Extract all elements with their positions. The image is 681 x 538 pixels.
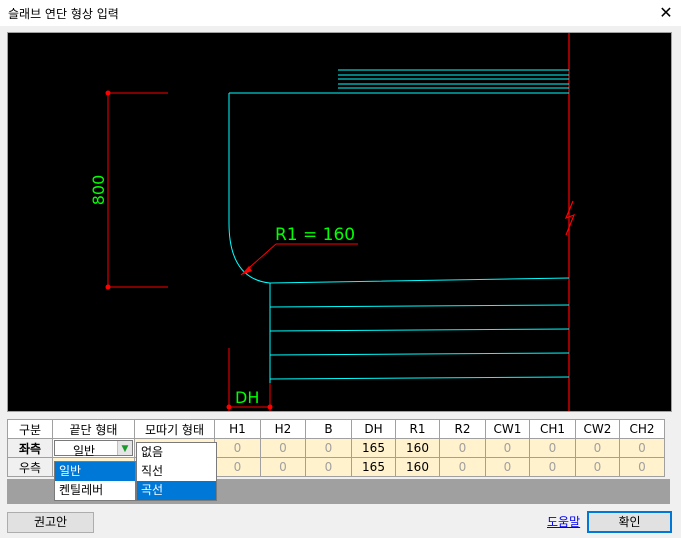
cell-r1[interactable]: 160 bbox=[395, 457, 440, 477]
end-type-combo-box[interactable]: 일반 ▼ bbox=[54, 440, 133, 458]
col-header: CH1 bbox=[529, 419, 576, 439]
drawing-canvas: 800 R1 = 160 DH bbox=[7, 32, 672, 412]
cell-r2[interactable]: 0 bbox=[439, 457, 486, 477]
col-header: R2 bbox=[439, 419, 486, 439]
bottom-hatch-line bbox=[269, 328, 570, 332]
end-type-combo[interactable]: 일반 ▼ bbox=[52, 438, 135, 458]
dropdown-arrow-icon[interactable]: ▼ bbox=[117, 441, 132, 455]
end-type-option[interactable]: 켄틸레버 bbox=[55, 481, 135, 500]
header-row: 구분 끝단 형태 모따기 형태 H1 H2 B DH R1 R2 CW1 CH1… bbox=[7, 419, 665, 439]
cell-ch1[interactable]: 0 bbox=[529, 438, 576, 458]
col-header: B bbox=[305, 419, 352, 439]
cell-h1[interactable]: 0 bbox=[214, 457, 261, 477]
bottom-hatch-line bbox=[269, 304, 570, 308]
col-header: H1 bbox=[214, 419, 261, 439]
dim-height-label: 800 bbox=[89, 175, 108, 206]
title-bar: 슬래브 연단 형상 입력 ✕ bbox=[0, 0, 681, 26]
cell-h2[interactable]: 0 bbox=[260, 438, 306, 458]
window-title: 슬래브 연단 형상 입력 bbox=[8, 7, 119, 21]
col-header: CW2 bbox=[575, 419, 620, 439]
slab-curved-edge bbox=[228, 93, 570, 284]
ok-button[interactable]: 확인 bbox=[587, 511, 672, 533]
cell-dh[interactable]: 165 bbox=[351, 438, 396, 458]
col-header: CH2 bbox=[619, 419, 665, 439]
dim-dot bbox=[226, 404, 232, 410]
cell-b[interactable]: 0 bbox=[305, 457, 352, 477]
cell-cw2[interactable]: 0 bbox=[575, 438, 620, 458]
bottom-hatch-line bbox=[269, 376, 570, 380]
help-link[interactable]: 도움말 bbox=[547, 513, 580, 530]
close-icon[interactable]: ✕ bbox=[651, 0, 681, 26]
cell-ch2[interactable]: 0 bbox=[619, 457, 665, 477]
cell-h2[interactable]: 0 bbox=[260, 457, 306, 477]
end-type-dropdown-list[interactable]: 일반 켄틸레버 bbox=[54, 461, 136, 501]
radius-label: R1 = 160 bbox=[275, 225, 355, 245]
col-header[interactable]: 끝단 형태 bbox=[52, 419, 135, 439]
cell-b[interactable]: 0 bbox=[305, 438, 352, 458]
col-header: R1 bbox=[395, 419, 440, 439]
end-type-value: 일반 bbox=[73, 444, 96, 458]
row-label-right: 우측 bbox=[7, 457, 53, 477]
bottom-hatch-line bbox=[269, 352, 570, 356]
cell-ch1[interactable]: 0 bbox=[529, 457, 576, 477]
cell-r2[interactable]: 0 bbox=[439, 438, 486, 458]
slab-edge-drawing: 800 R1 = 160 DH bbox=[89, 33, 576, 411]
chamfer-option[interactable]: 곡선 bbox=[137, 481, 216, 500]
end-type-option[interactable]: 일반 bbox=[55, 462, 135, 481]
col-header[interactable]: 모따기 형태 bbox=[134, 419, 215, 439]
cell-ch2[interactable]: 0 bbox=[619, 438, 665, 458]
chamfer-option[interactable]: 직선 bbox=[137, 462, 216, 481]
row-label-left: 좌측 bbox=[7, 438, 53, 458]
cell-cw1[interactable]: 0 bbox=[485, 438, 530, 458]
cell-cw1[interactable]: 0 bbox=[485, 457, 530, 477]
cell-h1[interactable]: 0 bbox=[214, 438, 261, 458]
recommend-button[interactable]: 권고안 bbox=[7, 512, 94, 533]
cell-cw2[interactable]: 0 bbox=[575, 457, 620, 477]
chamfer-option[interactable]: 없음 bbox=[137, 443, 216, 462]
dim-dot bbox=[267, 404, 273, 410]
cell-r1[interactable]: 160 bbox=[395, 438, 440, 458]
break-mark bbox=[564, 200, 576, 236]
dh-label: DH bbox=[235, 388, 259, 407]
dim-dot bbox=[105, 90, 111, 96]
chamfer-dropdown-list[interactable]: 없음 직선 곡선 bbox=[136, 442, 217, 501]
col-header: 구분 bbox=[7, 419, 53, 439]
dim-dot bbox=[105, 284, 111, 290]
table-row: 좌측 일반 ▼ 0 0 0 165 160 0 0 0 0 0 bbox=[7, 438, 665, 458]
col-header: CW1 bbox=[485, 419, 530, 439]
col-header: DH bbox=[351, 419, 396, 439]
col-header: H2 bbox=[260, 419, 306, 439]
cell-dh[interactable]: 165 bbox=[351, 457, 396, 477]
